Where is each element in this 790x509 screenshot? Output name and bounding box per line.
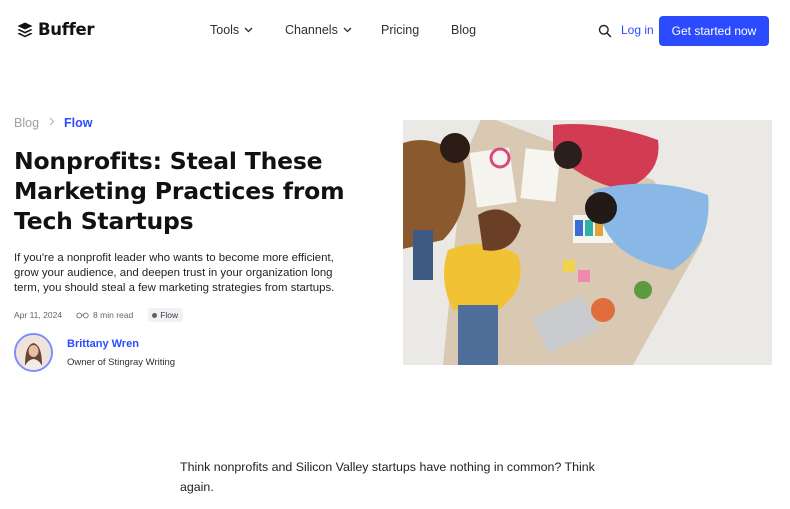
publish-date: Apr 11, 2024: [14, 310, 63, 320]
glasses-icon: [76, 312, 89, 318]
site-header: Buffer Tools Channels Pricing Blog Log i…: [0, 0, 790, 62]
category-tag[interactable]: Flow: [148, 308, 184, 322]
author-card: Brittany Wren Owner of Stingray Writing: [14, 333, 175, 372]
breadcrumb-separator-icon: [49, 117, 55, 129]
article-meta: Apr 11, 2024 8 min read Flow: [14, 308, 184, 322]
read-time: 8 min read: [76, 310, 133, 320]
breadcrumb-flow[interactable]: Flow: [64, 116, 92, 130]
breadcrumb-blog[interactable]: Blog: [14, 116, 39, 130]
hero-image: [403, 120, 772, 365]
author-role: Owner of Stingray Writing: [67, 356, 176, 368]
search-icon: [598, 24, 612, 38]
search-button[interactable]: [598, 24, 612, 38]
read-time-label: 8 min read: [93, 310, 134, 320]
category-tag-label: Flow: [160, 310, 179, 320]
nav-tools-label: Tools: [210, 23, 240, 37]
nav-channels-label: Channels: [285, 23, 338, 37]
nav-tools[interactable]: Tools: [210, 23, 253, 37]
nav-blog[interactable]: Blog: [451, 23, 476, 37]
get-started-button[interactable]: Get started now: [659, 16, 769, 46]
nav-channels[interactable]: Channels: [285, 23, 352, 37]
article-body-paragraph: Think nonprofits and Silicon Valley star…: [180, 460, 595, 494]
chevron-down-icon: [343, 27, 352, 33]
author-name[interactable]: Brittany Wren: [67, 338, 175, 350]
breadcrumb: Blog Flow: [14, 116, 93, 130]
chevron-down-icon: [244, 27, 253, 33]
nav-pricing-label: Pricing: [381, 23, 420, 37]
login-link[interactable]: Log in: [621, 23, 654, 37]
tag-dot-icon: [152, 312, 158, 318]
nav-blog-label: Blog: [451, 23, 477, 37]
article-lede: If you're a nonprofit leader who wants t…: [14, 252, 335, 294]
article-title: Nonprofits: Steal These Marketing Practi…: [14, 147, 345, 235]
nav-pricing[interactable]: Pricing: [381, 23, 419, 37]
author-avatar[interactable]: [14, 333, 53, 372]
